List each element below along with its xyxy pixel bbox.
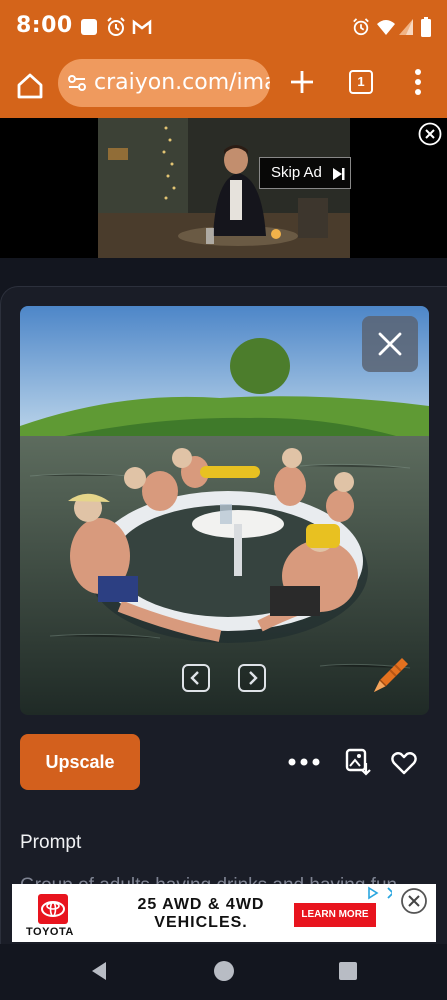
status-time: 8:00 [16,13,73,38]
more-horizontal-icon[interactable] [286,750,322,774]
skip-ad-button[interactable]: Skip Ad [259,157,351,189]
new-tab-icon[interactable] [286,66,318,98]
more-vert-icon[interactable] [406,66,430,98]
signal-icon [399,19,413,35]
recents-icon[interactable] [338,961,358,981]
toyota-brand-label: TOYOTA [26,926,74,938]
prompt-heading: Prompt [20,832,82,853]
heart-icon[interactable] [390,749,418,777]
learn-more-button[interactable]: LEARN MORE [294,903,376,927]
tab-count: 1 [357,74,365,89]
battery-icon [421,17,431,37]
next-image-button[interactable] [238,664,266,692]
close-ad-icon[interactable] [400,887,428,915]
screen: 8:00 craiyon.com/ima 1 Skip Ad Upscale P… [0,0,447,1000]
bottom-ad-banner[interactable]: TOYOTA 25 AWD & 4WD VEHICLES. LEARN MORE [12,884,399,942]
previous-image-button[interactable] [182,664,210,692]
home-circle-icon[interactable] [213,960,235,982]
alarm-icon [107,17,125,36]
url-text: craiyon.com/ima [94,70,270,95]
system-nav-bar [0,944,447,1000]
status-bar: 8:00 [0,0,447,56]
close-image-button[interactable] [362,316,418,372]
alarm-icon [353,18,369,36]
chevron-left-icon [190,671,199,685]
crayon-icon [374,658,408,692]
skip-ad-label: Skip Ad [271,164,322,181]
image-icon [81,19,97,35]
chevron-right-icon [249,671,258,685]
browser-toolbar: craiyon.com/ima 1 [0,56,447,118]
tab-switcher-button[interactable]: 1 [349,70,373,94]
upscale-button[interactable]: Upscale [20,734,140,790]
wifi-icon [377,20,395,35]
gmail-icon [132,19,152,34]
home-icon[interactable] [12,68,48,104]
skip-icon [333,168,345,180]
close-icon [378,332,402,356]
site-settings-icon[interactable] [66,72,88,94]
address-bar[interactable]: craiyon.com/ima [58,59,270,107]
top-ad-banner: Skip Ad [0,118,447,258]
close-ad-icon[interactable] [418,122,442,146]
save-image-icon[interactable] [344,747,372,777]
back-icon[interactable] [88,960,110,982]
ad-headline: 25 AWD & 4WD VEHICLES. [137,896,265,931]
